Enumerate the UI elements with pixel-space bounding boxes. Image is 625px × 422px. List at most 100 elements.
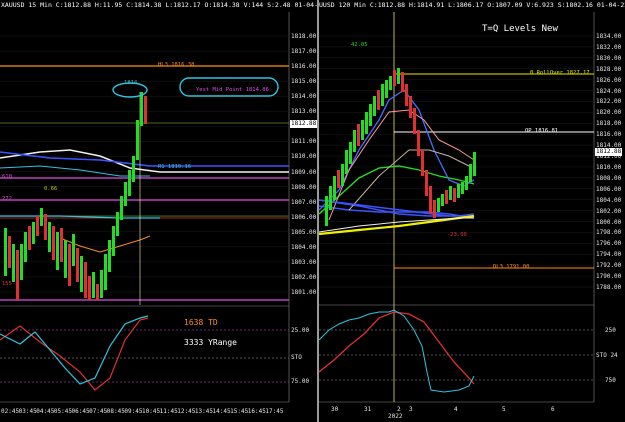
candle <box>44 214 47 240</box>
left-time-tick: 13:45 <box>194 408 213 415</box>
candle <box>28 226 31 250</box>
candle <box>457 184 460 198</box>
yrange-label: 3333 YRange <box>184 338 237 347</box>
candle <box>357 124 360 146</box>
right-osc-label-250: 250 <box>605 327 616 334</box>
candle <box>425 170 428 196</box>
candle <box>409 96 412 118</box>
left-time-tick: 15:45 <box>230 408 249 415</box>
right-price-tick: 1808.00 <box>596 174 622 182</box>
candle <box>144 96 147 124</box>
small-label-a: 0.66 <box>44 186 58 192</box>
left-price-tick: 1806.00 <box>291 213 317 221</box>
right-date-tick: 31 <box>364 406 372 413</box>
right-osc-sto: STO 24 <box>596 352 618 359</box>
candle <box>373 96 376 116</box>
left-price-tick: 1801.00 <box>291 289 317 296</box>
left-time-tick: 08:45 <box>106 408 125 415</box>
candle <box>337 170 340 188</box>
left-time-tick: 02:45 <box>1 408 20 415</box>
right-price-tick: 1818.00 <box>596 120 622 128</box>
candle <box>413 108 416 134</box>
candle <box>128 170 131 196</box>
red-label-a: 155 <box>2 281 12 287</box>
left-time-tick: 16:45 <box>247 408 266 415</box>
left-time-tick: 11:45 <box>159 408 178 415</box>
candle <box>104 254 107 290</box>
pink-label-a: 610 <box>2 174 12 180</box>
left-price-tick: 1804.00 <box>291 243 317 251</box>
right-price-tick: 1806.00 <box>596 185 622 193</box>
right-price-tick: 1798.00 <box>596 229 622 237</box>
candle <box>76 248 79 282</box>
candle <box>341 164 344 186</box>
left-time-tick: 14:45 <box>212 408 231 415</box>
candle <box>88 276 91 300</box>
dl3-label: DL3 1791.00 <box>493 264 530 270</box>
right-date-tick: 4 <box>454 406 458 413</box>
left-price-tick: 1810.00 <box>291 153 317 161</box>
right-date-tick: 6 <box>551 406 555 413</box>
left-time-tick: 04:45 <box>36 408 55 415</box>
candle <box>385 80 388 98</box>
candle <box>465 176 468 190</box>
upper-small-label: 1814 <box>124 80 138 86</box>
right-price-tick: 1804.00 <box>596 196 622 204</box>
candle <box>369 104 372 126</box>
left-chart-window[interactable]: XAUUSD 15 Min C:1812.88 H:11.95 C:1814.3… <box>0 0 318 422</box>
candle <box>469 164 472 182</box>
right-price-tick: 1802.00 <box>596 207 622 215</box>
candle <box>92 272 95 298</box>
left-osc-sto: STO <box>291 354 302 361</box>
candle <box>381 84 384 106</box>
right-price-tick: 1796.00 <box>596 240 622 248</box>
left-time-tick: 10:45 <box>142 408 161 415</box>
candle <box>60 228 63 262</box>
right-chart-canvas[interactable] <box>319 0 625 422</box>
right-date-tick: 2 <box>397 406 401 413</box>
right-tan-ma <box>348 149 470 211</box>
candle <box>453 188 456 202</box>
left-time-tick: 06:45 <box>71 408 90 415</box>
candle <box>32 222 35 244</box>
candle <box>136 120 139 160</box>
candle <box>333 176 336 200</box>
right-price-tick: 1790.00 <box>596 273 622 281</box>
candle <box>353 130 356 152</box>
right-date-tick: 30 <box>331 406 339 413</box>
left-price-tick: 1802.00 <box>291 273 317 281</box>
left-price-tick: 1818.00 <box>291 33 317 40</box>
candle <box>365 112 368 134</box>
candle <box>461 182 464 194</box>
right-chart-window[interactable]: UUSD 120 Min C:1812.88 H:1814.91 L:1806.… <box>319 0 625 422</box>
left-osc-label-75: 75.00 <box>291 378 310 385</box>
left-time-tick: 12:45 <box>177 408 196 415</box>
td-label: 1638 TD <box>184 318 218 327</box>
candle <box>345 150 348 174</box>
left-time-tick: 03:45 <box>18 408 37 415</box>
left-price-tick: 1811.00 <box>291 138 317 146</box>
pink-label-b: 272 <box>2 196 12 202</box>
candle <box>8 236 11 268</box>
left-price-tick: 1815.00 <box>291 78 317 86</box>
candle <box>401 72 404 92</box>
candle <box>449 186 452 200</box>
candle <box>100 270 103 298</box>
left-price-tick: 1813.00 <box>291 108 317 116</box>
right-price-tick: 1792.00 <box>596 262 622 270</box>
candle <box>389 76 392 90</box>
candle <box>72 234 75 266</box>
candle <box>361 120 364 140</box>
candle <box>405 84 408 106</box>
candle <box>112 226 115 256</box>
top-small-label: 42.05 <box>351 42 368 48</box>
candle <box>421 150 424 176</box>
left-price-tick: 1814.00 <box>291 93 317 101</box>
candle <box>48 222 51 252</box>
left-time-tick: 05:45 <box>53 408 72 415</box>
osc-cyan-line <box>0 315 149 385</box>
right-price-tick: 1834.00 <box>596 33 622 40</box>
right-year-label: 2022 <box>388 413 403 420</box>
candle <box>120 196 123 220</box>
candle <box>329 186 332 210</box>
